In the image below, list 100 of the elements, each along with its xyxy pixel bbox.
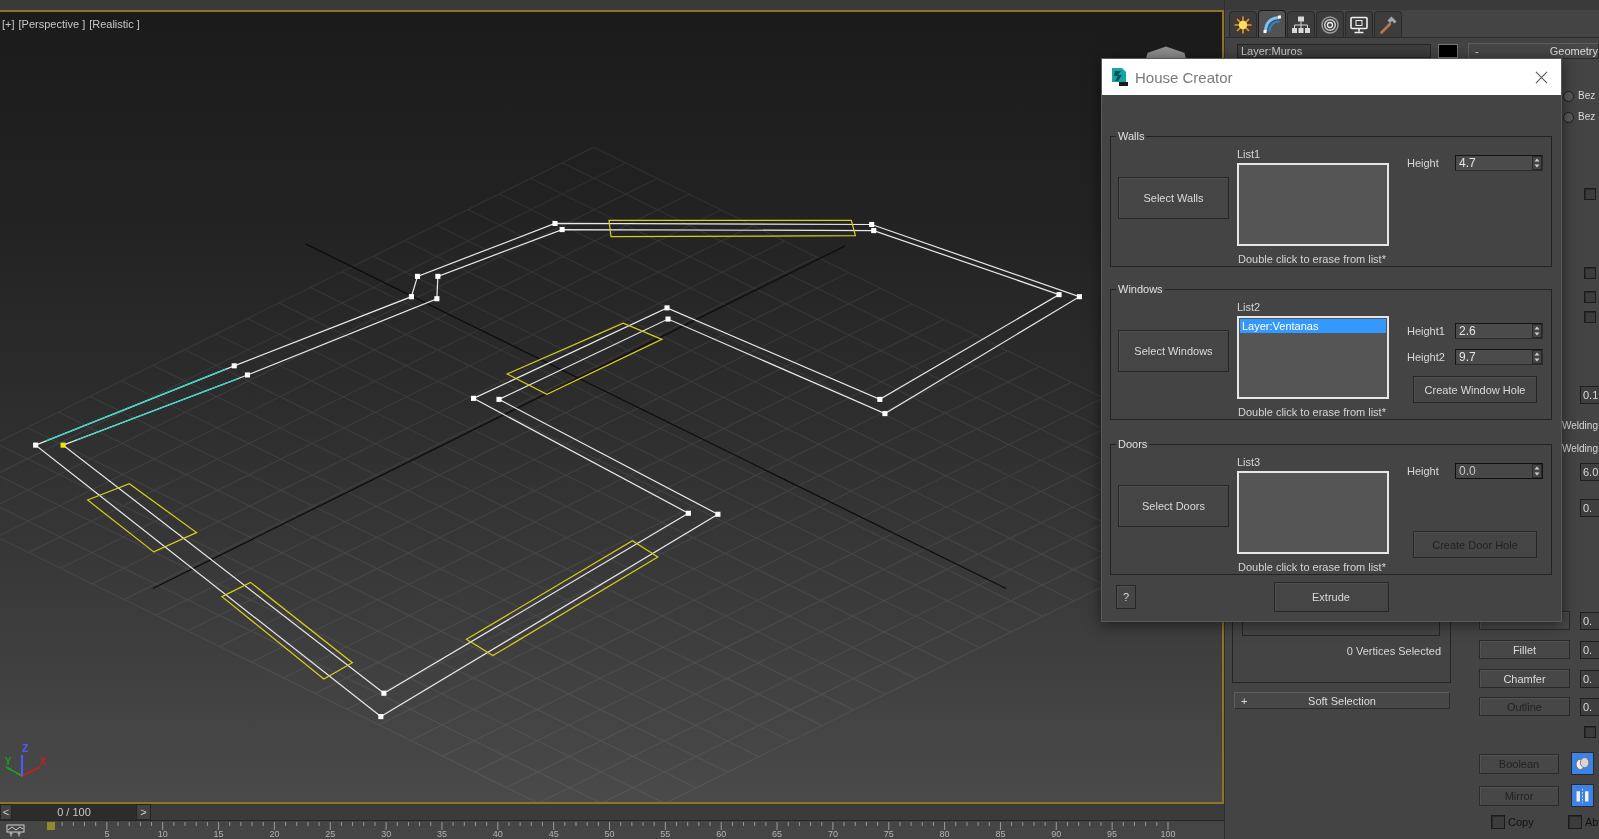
panel-tab[interactable] xyxy=(1345,11,1373,37)
viewport-menu[interactable]: [Realistic ] xyxy=(89,18,140,31)
panel-tab[interactable] xyxy=(1316,11,1344,37)
frame-number: 75 xyxy=(882,830,895,839)
monitor-icon xyxy=(1349,14,1369,35)
frame-number: 100 xyxy=(1159,830,1177,839)
select-button[interactable]: Select Doors xyxy=(1118,485,1229,527)
panel-tab[interactable] xyxy=(1374,11,1402,37)
radio-label: Bez xyxy=(1578,90,1596,102)
axis-label: Y xyxy=(4,755,12,768)
help-button[interactable]: ? xyxy=(1116,585,1136,609)
checkbox[interactable] xyxy=(1584,291,1596,303)
viewport-menu[interactable]: [Perspective ] xyxy=(18,18,86,31)
frame-number: 5 xyxy=(103,830,111,839)
number-field[interactable]: 0. xyxy=(1580,499,1599,517)
hint-text: Double click to erase from list* xyxy=(1237,560,1387,570)
panel-tab[interactable] xyxy=(1229,11,1257,37)
starburst-icon xyxy=(1233,14,1253,35)
viewport-menu[interactable]: [+] xyxy=(2,18,15,31)
mirror-icon xyxy=(1574,787,1591,804)
frame-number: 15 xyxy=(212,830,225,839)
field-label: Height2 xyxy=(1407,351,1446,363)
hint-text: Double click to erase from list* xyxy=(1237,252,1387,262)
frame-number: 25 xyxy=(324,830,337,839)
group-title: Walls xyxy=(1116,129,1147,143)
list-label: List1 xyxy=(1237,147,1262,161)
time-slider-thumb[interactable]: < 0 / 100 > xyxy=(0,804,151,820)
list-box[interactable] xyxy=(1237,471,1389,554)
number-field[interactable]: 6.0 xyxy=(1580,463,1599,481)
radio-button[interactable] xyxy=(1563,111,1574,123)
spinner-field[interactable]: 9.7 xyxy=(1455,349,1543,365)
curve-icon xyxy=(1262,14,1282,34)
frame-number: 30 xyxy=(380,830,393,839)
object-name-field[interactable]: Layer:Muros xyxy=(1237,44,1431,58)
spinner-arrows-icon[interactable] xyxy=(1532,156,1542,170)
close-icon xyxy=(1534,70,1548,84)
frame-number: 55 xyxy=(659,830,672,839)
select-button[interactable]: Select Windows xyxy=(1118,330,1229,372)
frame-number: 60 xyxy=(715,830,728,839)
rollout-header[interactable]: + Soft Selection xyxy=(1234,692,1450,709)
spinner-field[interactable]: 2.6 xyxy=(1455,323,1543,339)
option-label: Welding xyxy=(1562,443,1598,455)
rings-icon xyxy=(1320,14,1340,35)
list-label: List2 xyxy=(1237,300,1262,314)
time-slider-track[interactable]: < 0 / 100 > xyxy=(0,804,1224,821)
number-field[interactable]: 0.1 xyxy=(1580,386,1599,404)
overlapping-shapes-icon xyxy=(1574,755,1591,772)
list-label: List3 xyxy=(1237,455,1262,469)
frame-number: 35 xyxy=(435,830,448,839)
field-label: Height1 xyxy=(1407,325,1446,337)
panel-tab[interactable] xyxy=(1287,11,1315,37)
curve-box-icon[interactable] xyxy=(6,824,26,837)
group-title: Windows xyxy=(1116,282,1165,296)
action-button[interactable]: Create Window Hole xyxy=(1413,376,1537,403)
frame-number: 45 xyxy=(547,830,560,839)
radio-button[interactable] xyxy=(1563,90,1574,102)
rollout-header[interactable]: - Geometry xyxy=(1468,43,1599,59)
app-icon xyxy=(1110,67,1128,87)
checkbox[interactable] xyxy=(1584,311,1596,323)
current-frame-marker xyxy=(47,822,55,830)
next-frame-button[interactable]: > xyxy=(136,804,151,820)
axis-label: X xyxy=(39,755,47,768)
axis-label: Z xyxy=(21,742,29,755)
number-field[interactable]: 0. xyxy=(1580,640,1599,659)
extrude-button[interactable]: Extrude xyxy=(1273,582,1389,612)
group-title: Doors xyxy=(1116,437,1150,451)
hierarchy-icon xyxy=(1291,14,1311,35)
checkbox[interactable] xyxy=(1584,726,1596,738)
number-field[interactable]: 0. xyxy=(1580,611,1599,630)
command-button[interactable]: Chamfer xyxy=(1479,669,1570,688)
swatch-icon[interactable] xyxy=(1438,44,1458,58)
hammer-icon xyxy=(1378,14,1398,35)
checkbox[interactable] xyxy=(1584,267,1596,279)
number-field[interactable]: 0. xyxy=(1580,669,1599,688)
previous-frame-button[interactable]: < xyxy=(0,804,12,820)
list-box[interactable] xyxy=(1237,163,1389,246)
panel-tab[interactable] xyxy=(1258,10,1286,37)
command-button[interactable]: Fillet xyxy=(1479,640,1570,659)
hint-text: Double click to erase from list* xyxy=(1237,405,1387,415)
spinner-arrows-icon[interactable] xyxy=(1532,350,1542,364)
option-label: Welding xyxy=(1562,420,1598,432)
select-button[interactable]: Select Walls xyxy=(1118,177,1229,219)
frame-number: 70 xyxy=(826,830,839,839)
dialog-title: House Creator xyxy=(1135,68,1234,86)
spinner-arrows-icon[interactable] xyxy=(1532,324,1542,338)
field-label: Height xyxy=(1407,157,1440,169)
frame-number: 80 xyxy=(938,830,951,839)
frame-number: 85 xyxy=(994,830,1007,839)
checkbox[interactable] xyxy=(1584,188,1596,200)
status-text: 0 Vertices Selected xyxy=(1345,644,1442,658)
field-label: Height xyxy=(1407,465,1440,477)
frame-number: 65 xyxy=(771,830,784,839)
frame-number: 10 xyxy=(156,830,169,839)
radio-label: Bez xyxy=(1578,111,1596,123)
frame-number: 95 xyxy=(1106,830,1119,839)
frame-number: 40 xyxy=(491,830,504,839)
frame-number: 90 xyxy=(1050,830,1063,839)
frame-number: 50 xyxy=(603,830,616,839)
spinner-field[interactable]: 4.7 xyxy=(1455,155,1543,171)
frame-number: 20 xyxy=(268,830,281,839)
